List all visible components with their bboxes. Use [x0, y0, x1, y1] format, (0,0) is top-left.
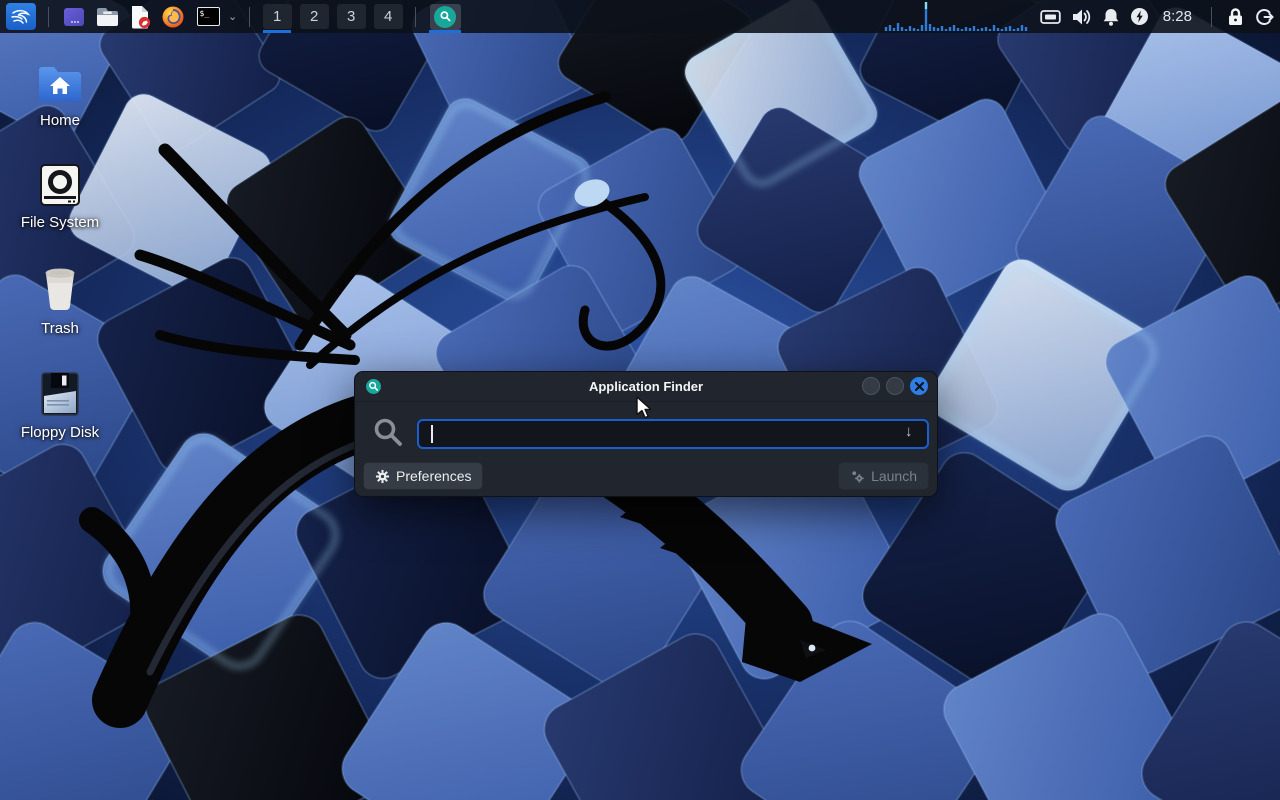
text-cursor: [431, 425, 433, 443]
text-editor-icon: [128, 4, 152, 29]
clock[interactable]: 8:28: [1159, 8, 1196, 25]
preferences-label: Preferences: [396, 468, 471, 484]
desktop-icon-trash[interactable]: Trash: [12, 264, 108, 337]
terminal-icon: $_: [197, 7, 220, 26]
launcher-firefox[interactable]: [160, 3, 186, 30]
minimize-button[interactable]: [862, 377, 880, 395]
applications-menu-button[interactable]: [6, 3, 36, 30]
screen-lock-icon[interactable]: [1227, 0, 1244, 33]
trash-can-icon: [40, 264, 80, 312]
workspace-1[interactable]: 1: [262, 0, 292, 33]
desktop-icon-label: Floppy Disk: [21, 424, 99, 441]
close-button[interactable]: [910, 377, 928, 395]
app-finder-icon: [366, 379, 381, 399]
power-manager-icon[interactable]: [1130, 0, 1149, 33]
search-input[interactable]: [417, 419, 929, 449]
launch-button[interactable]: Launch: [838, 462, 929, 490]
desktop-icon-label: Trash: [41, 320, 79, 337]
launch-icon: [850, 469, 865, 484]
launcher-file-manager[interactable]: [94, 3, 120, 30]
application-finder-window: Application Finder ↓: [354, 371, 938, 497]
desktop-icon-label: Home: [40, 112, 80, 129]
desktop-icon-label: File System: [21, 214, 99, 231]
window-title: Application Finder: [355, 379, 937, 394]
chevron-down-icon[interactable]: ⌄: [228, 10, 237, 23]
launch-label: Launch: [871, 468, 917, 484]
volume-icon[interactable]: [1071, 0, 1092, 33]
floppy-disk-icon: [41, 368, 79, 416]
titlebar[interactable]: Application Finder: [355, 372, 937, 402]
kali-logo-icon: [10, 7, 32, 27]
maximize-button[interactable]: [886, 377, 904, 395]
panel-separator: [48, 7, 49, 27]
panel-separator: [1211, 7, 1212, 27]
logout-icon[interactable]: [1254, 0, 1274, 33]
home-folder-icon: [37, 56, 83, 104]
launcher-desktop[interactable]: [61, 3, 87, 30]
search-icon: [434, 6, 456, 28]
firefox-icon: [161, 5, 185, 29]
launcher-text-editor[interactable]: [127, 3, 153, 30]
cpu-graph[interactable]: [884, 0, 1030, 33]
workspace-3[interactable]: 3: [336, 0, 366, 33]
app-finder-panel-button[interactable]: [428, 0, 462, 33]
network-icon[interactable]: [1040, 0, 1061, 33]
launcher-terminal[interactable]: $_: [193, 3, 223, 30]
notifications-bell-icon[interactable]: [1102, 0, 1120, 33]
panel-separator: [415, 7, 416, 27]
desktop-icon-file-system[interactable]: File System: [12, 158, 108, 231]
panel-separator: [249, 7, 250, 27]
top-panel: $_ ⌄ 1 2 3 4: [0, 0, 1280, 33]
folder-icon: [95, 5, 120, 29]
workspace-4[interactable]: 4: [373, 0, 403, 33]
desktop-icon-floppy-disk[interactable]: Floppy Disk: [12, 368, 108, 441]
hard-drive-icon: [40, 158, 80, 206]
dropdown-arrow-icon[interactable]: ↓: [905, 423, 913, 440]
search-icon: [373, 417, 403, 452]
desktop-root: Home File System Trash: [0, 0, 1280, 800]
close-icon: [915, 382, 924, 391]
desktop-app-icon: [62, 5, 86, 29]
workspace-2[interactable]: 2: [299, 0, 329, 33]
desktop-icon-home[interactable]: Home: [12, 56, 108, 129]
gear-icon: [375, 469, 390, 484]
preferences-button[interactable]: Preferences: [363, 462, 483, 490]
